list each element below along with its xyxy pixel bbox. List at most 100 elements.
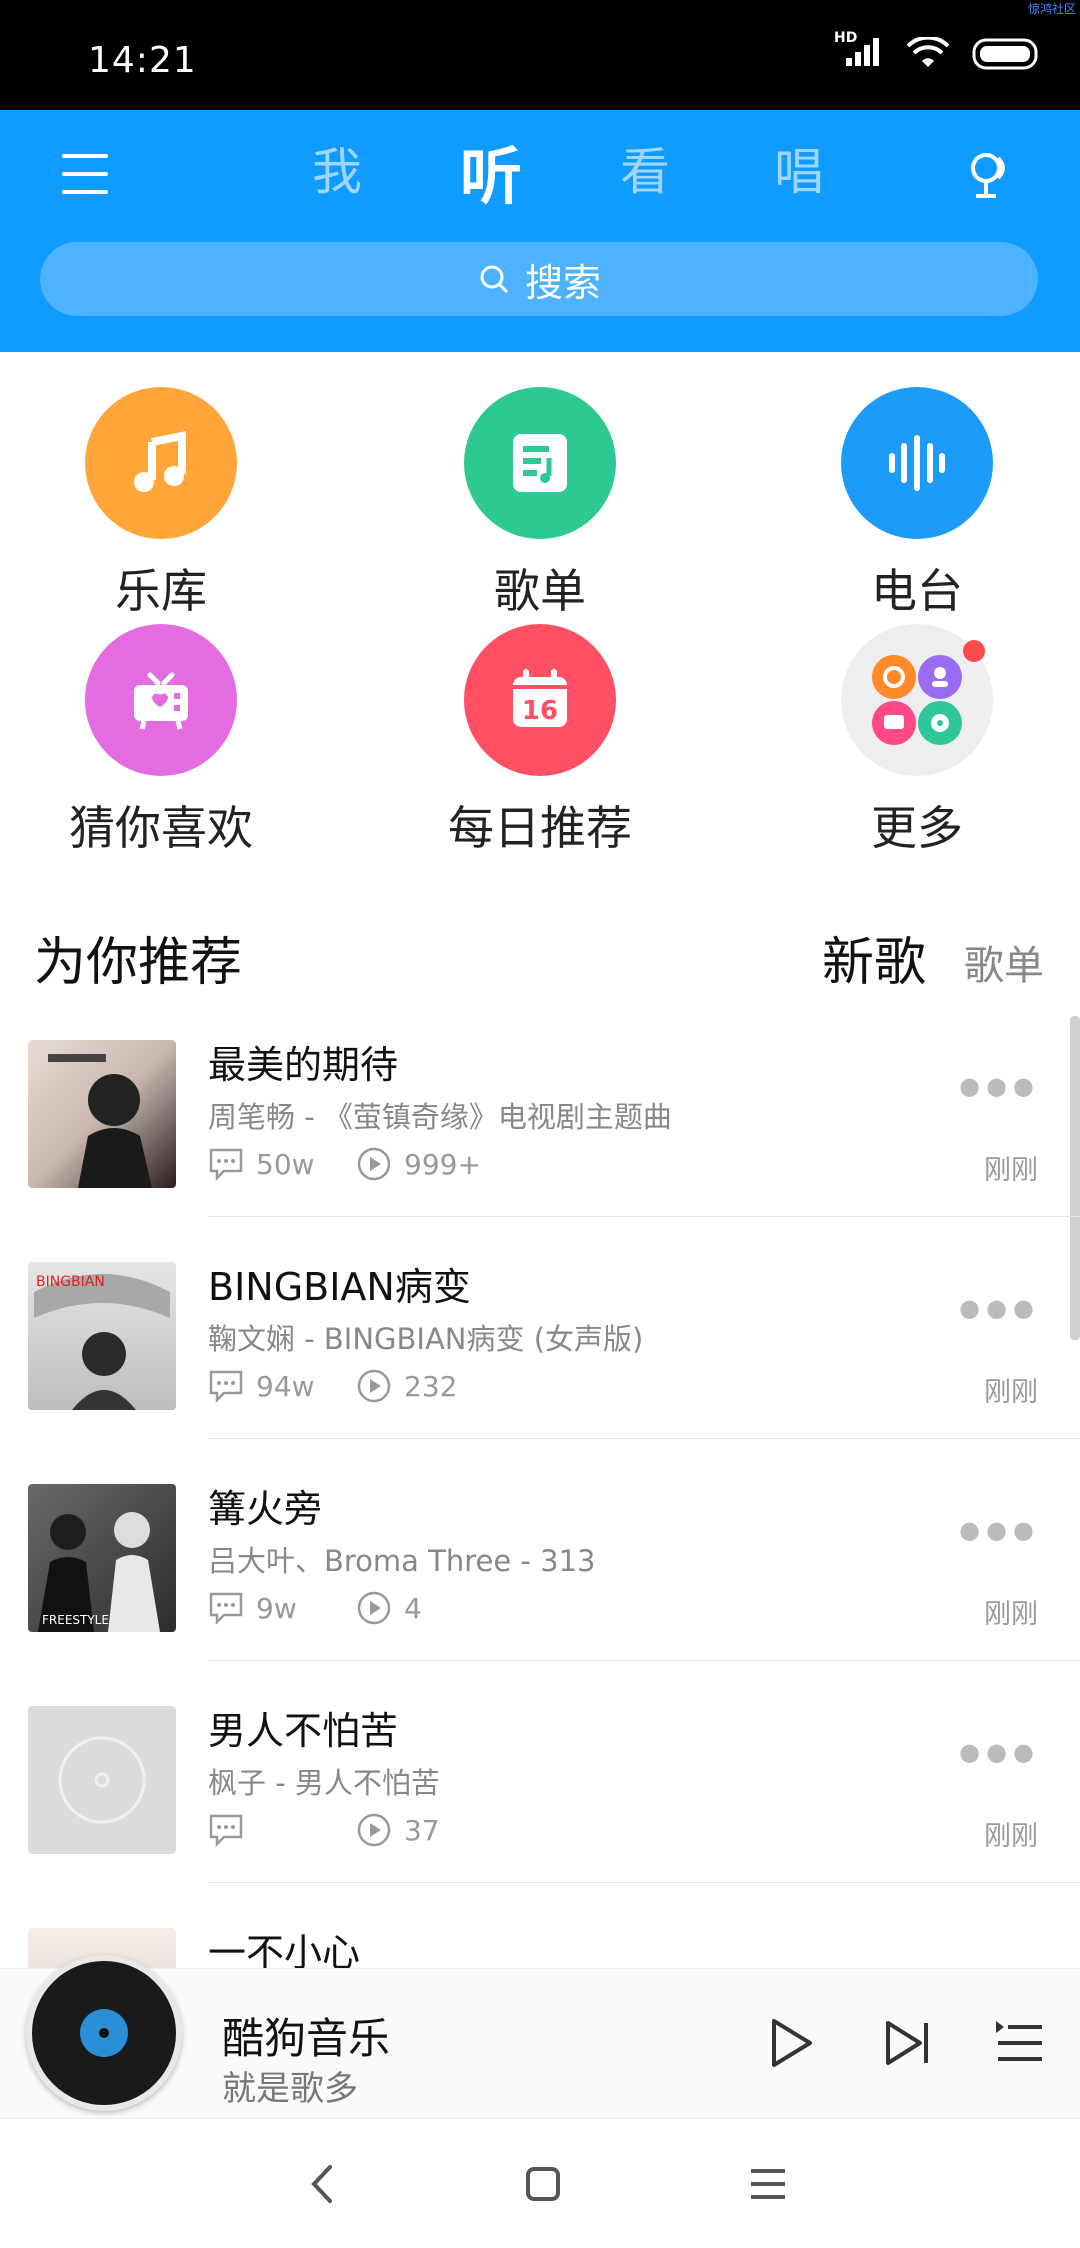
divider <box>208 1438 1080 1439</box>
song-artist: 周笔畅 - 《萤镇奇缘》电视剧主题曲 <box>208 1100 672 1134</box>
category-label: 猜你喜欢 <box>69 801 253 855</box>
category-label: 每日推荐 <box>448 801 632 855</box>
category-label: 电台 <box>871 564 963 618</box>
song-title: 最美的期待 <box>208 1043 399 1087</box>
battery-icon <box>972 38 1038 70</box>
album-cover <box>28 1040 176 1188</box>
comment-count: 9w <box>256 1591 297 1625</box>
song-artist: 鞠文娴 - BINGBIAN病变 (女声版) <box>208 1322 644 1356</box>
playlist-icon <box>464 387 616 539</box>
comment-icon <box>209 1370 243 1403</box>
category-more[interactable]: 更多 <box>767 624 1067 858</box>
category-label: 歌单 <box>494 564 586 618</box>
song-row[interactable]: 一不小心 <box>0 1920 1080 1968</box>
more-options-icon[interactable]: ●●● <box>959 1738 1040 1766</box>
play-count-icon <box>357 1147 391 1181</box>
search-icon <box>480 265 509 294</box>
notification-dot <box>963 640 985 662</box>
next-track-icon[interactable] <box>880 2015 936 2071</box>
song-stats: 37 <box>208 1812 440 1848</box>
vinyl-disc-icon[interactable] <box>26 1955 182 2111</box>
music-note-icon <box>85 387 237 539</box>
tab-watch[interactable]: 看 <box>568 132 722 216</box>
section-tabs: 新歌 歌单 <box>822 920 1044 995</box>
tab-listen[interactable]: 听 <box>414 126 568 216</box>
heart-radio-icon <box>85 624 237 776</box>
song-row[interactable]: 男人不怕苦 枫子 - 男人不怕苦 37 ●●● 刚刚 <box>0 1698 1080 1920</box>
song-title: 男人不怕苦 <box>208 1709 399 1753</box>
song-time: 刚刚 <box>984 1599 1038 1630</box>
mini-player[interactable]: 酷狗音乐 就是歌多 <box>0 1955 1080 2118</box>
song-title: BINGBIAN病变 <box>208 1265 471 1309</box>
comment-count: 94w <box>256 1369 315 1403</box>
play-count-icon <box>357 1369 391 1403</box>
category-daily-picks[interactable]: 16 每日推荐 <box>390 624 690 858</box>
play-count: 4 <box>404 1591 422 1625</box>
back-icon[interactable] <box>298 2159 348 2209</box>
section-header: 为你推荐 新歌 歌单 <box>34 920 1044 993</box>
comment-icon <box>209 1814 243 1847</box>
tab-sing[interactable]: 唱 <box>722 132 876 216</box>
play-icon[interactable] <box>762 2015 818 2071</box>
tab-playlists[interactable]: 歌单 <box>964 933 1044 995</box>
song-time: 刚刚 <box>984 1377 1038 1408</box>
divider <box>208 1216 1080 1217</box>
category-playlist[interactable]: 歌单 <box>390 387 690 621</box>
player-subtitle: 就是歌多 <box>222 2069 358 2109</box>
svg-text:BINGBIAN: BINGBIAN <box>36 1274 105 1290</box>
tab-new-songs[interactable]: 新歌 <box>822 920 926 995</box>
song-stats: 94w 232 <box>208 1368 457 1404</box>
top-tabs: 我 听 看 唱 <box>260 132 876 216</box>
more-apps-icon <box>841 624 993 776</box>
play-count-icon <box>357 1591 391 1625</box>
divider <box>208 1882 1080 1883</box>
category-guess-you-like[interactable]: 猜你喜欢 <box>11 624 311 858</box>
comment-icon <box>209 1148 243 1181</box>
playlist-queue-icon[interactable] <box>992 2015 1048 2071</box>
search-placeholder: 搜索 <box>524 260 601 305</box>
song-time: 刚刚 <box>984 1155 1038 1186</box>
status-bar: 14:21 惊鸿社区 HD <box>0 0 1080 110</box>
album-cover: BINGBIAN <box>28 1262 176 1410</box>
more-options-icon[interactable]: ●●● <box>959 1294 1040 1322</box>
play-count: 37 <box>404 1813 440 1847</box>
play-count-icon <box>357 1813 391 1847</box>
search-bar[interactable]: 搜索 <box>40 242 1038 316</box>
song-artist: 枫子 - 男人不怕苦 <box>208 1766 440 1800</box>
home-icon[interactable] <box>518 2159 568 2209</box>
album-cover: FREESTYLE <box>28 1484 176 1632</box>
more-options-icon[interactable]: ●●● <box>959 1516 1040 1544</box>
tab-me[interactable]: 我 <box>260 132 414 216</box>
calendar-day: 16 <box>522 696 558 726</box>
album-cover-placeholder <box>28 1706 176 1854</box>
wifi-icon <box>906 37 950 67</box>
play-count: 999+ <box>404 1147 481 1181</box>
song-row[interactable]: 最美的期待 周笔畅 - 《萤镇奇缘》电视剧主题曲 50w 999+ ●●● 刚刚 <box>0 1032 1080 1254</box>
category-label: 乐库 <box>115 564 207 618</box>
song-stats: 9w 4 <box>208 1590 422 1626</box>
play-count: 232 <box>404 1369 458 1403</box>
signal-icon: HD <box>834 30 884 72</box>
voice-search-icon[interactable] <box>962 146 1018 202</box>
status-icons: HD <box>834 30 1042 72</box>
divider <box>208 1660 1080 1661</box>
song-row[interactable]: FREESTYLE 篝火旁 吕大叶、Broma Three - 313 9w 4… <box>0 1476 1080 1698</box>
comment-count: 50w <box>256 1147 315 1181</box>
recent-apps-icon[interactable] <box>743 2159 793 2209</box>
category-library[interactable]: 乐库 <box>11 387 311 621</box>
menu-icon[interactable] <box>62 154 108 194</box>
song-title: 一不小心 <box>208 1931 361 1968</box>
song-stats: 50w 999+ <box>208 1146 481 1182</box>
system-nav-bar <box>0 2118 1080 2248</box>
hd-label: HD <box>834 30 858 46</box>
song-title: 篝火旁 <box>208 1487 323 1531</box>
comment-icon <box>209 1592 243 1625</box>
watermark: 惊鸿社区 <box>1027 2 1076 16</box>
song-row[interactable]: BINGBIAN BINGBIAN病变 鞠文娴 - BINGBIAN病变 (女声… <box>0 1254 1080 1476</box>
more-options-icon[interactable]: ●●● <box>959 1072 1040 1100</box>
top-header: 我 听 看 唱 搜索 <box>0 110 1080 352</box>
category-radio[interactable]: 电台 <box>767 387 1067 621</box>
svg-text:FREESTYLE: FREESTYLE <box>42 1613 109 1627</box>
player-title: 酷狗音乐 <box>222 2014 391 2063</box>
category-label: 更多 <box>871 801 963 855</box>
